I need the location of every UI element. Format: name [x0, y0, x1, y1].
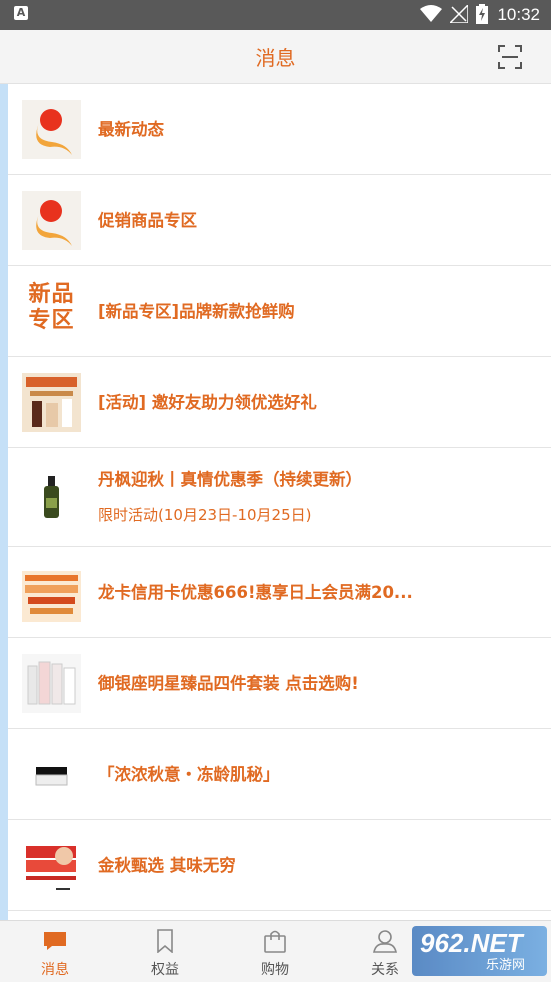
- tab-shopping[interactable]: 购物: [220, 921, 330, 982]
- message-item-new-products[interactable]: 新品专区 [新品专区]品牌新款抢鲜购: [8, 266, 551, 357]
- message-title: 促销商品专区: [98, 211, 197, 230]
- shopping-bag-icon: [264, 930, 286, 953]
- person-icon: [373, 930, 397, 953]
- promo-image-icon: [22, 373, 81, 432]
- bookmark-icon: [157, 929, 173, 953]
- cosmetics-set-icon: [22, 654, 81, 713]
- message-item-autumn-skin[interactable]: 「浓浓秋意・冻龄肌秘」: [8, 729, 551, 820]
- app-header: 消息: [0, 30, 551, 84]
- message-title: 金秋甄选 其味无穷: [98, 856, 236, 875]
- new-product-badge: 新品专区: [28, 282, 75, 333]
- cream-jar-icon: [22, 745, 81, 804]
- brand-logo-icon: [22, 191, 81, 250]
- battery-icon: [476, 4, 488, 24]
- cell-signal-icon: [450, 5, 468, 23]
- message-subtitle: 限时活动(10月23日-10月25日): [98, 506, 312, 524]
- tab-benefits[interactable]: 权益: [110, 921, 220, 982]
- tab-label: 消息: [41, 962, 69, 978]
- message-item-cosmetics-set[interactable]: 御银座明星臻品四件套装 点击选购!: [8, 638, 551, 729]
- message-title: [活动] 邀好友助力领优选好礼: [98, 393, 317, 412]
- message-item-autumn-sale[interactable]: 丹枫迎秋丨真情优惠季（持续更新） 限时活动(10月23日-10月25日): [8, 448, 551, 547]
- message-icon: [44, 932, 66, 950]
- clock: 10:32: [497, 5, 540, 24]
- message-item-invite-friends[interactable]: [活动] 邀好友助力领优选好礼: [8, 357, 551, 448]
- watermark-site-name: 乐游网: [486, 958, 526, 973]
- serum-bottle-icon: [22, 468, 81, 527]
- wifi-icon: [420, 5, 442, 22]
- message-item-credit-card[interactable]: 龙卡信用卡优惠666!惠享日上会员满20...: [8, 547, 551, 638]
- message-title: 最新动态: [98, 120, 164, 139]
- message-item-promotions[interactable]: 促销商品专区: [8, 175, 551, 266]
- tab-messages[interactable]: 消息: [0, 921, 110, 982]
- notification-icon: A: [14, 6, 28, 20]
- scan-icon[interactable]: [498, 45, 522, 69]
- tab-label: 购物: [261, 962, 289, 978]
- brand-logo-icon: [22, 100, 81, 159]
- message-title: [新品专区]品牌新款抢鲜购: [98, 302, 295, 321]
- credit-card-promo-icon: [22, 563, 81, 622]
- snack-pack-icon: [22, 836, 81, 895]
- list-side-bar: [0, 84, 8, 920]
- site-watermark: 962.NET 乐游网: [412, 926, 547, 976]
- message-item-golden-autumn[interactable]: 金秋甄选 其味无穷: [8, 820, 551, 911]
- message-title: 「浓浓秋意・冻龄肌秘」: [98, 765, 280, 784]
- message-list[interactable]: 最新动态 促销商品专区 新品专区 [新品专区]品牌新款抢鲜购 [活动] 邀好友助…: [0, 84, 551, 920]
- message-item-latest-news[interactable]: 最新动态: [8, 84, 551, 175]
- message-title: 丹枫迎秋丨真情优惠季（持续更新）: [98, 470, 362, 489]
- message-title: 龙卡信用卡优惠666!惠享日上会员满20...: [98, 583, 413, 602]
- page-title: 消息: [255, 46, 296, 70]
- status-bar: A 10:32: [0, 0, 551, 30]
- message-title: 御银座明星臻品四件套装 点击选购!: [98, 674, 359, 693]
- tab-label: 权益: [151, 962, 179, 978]
